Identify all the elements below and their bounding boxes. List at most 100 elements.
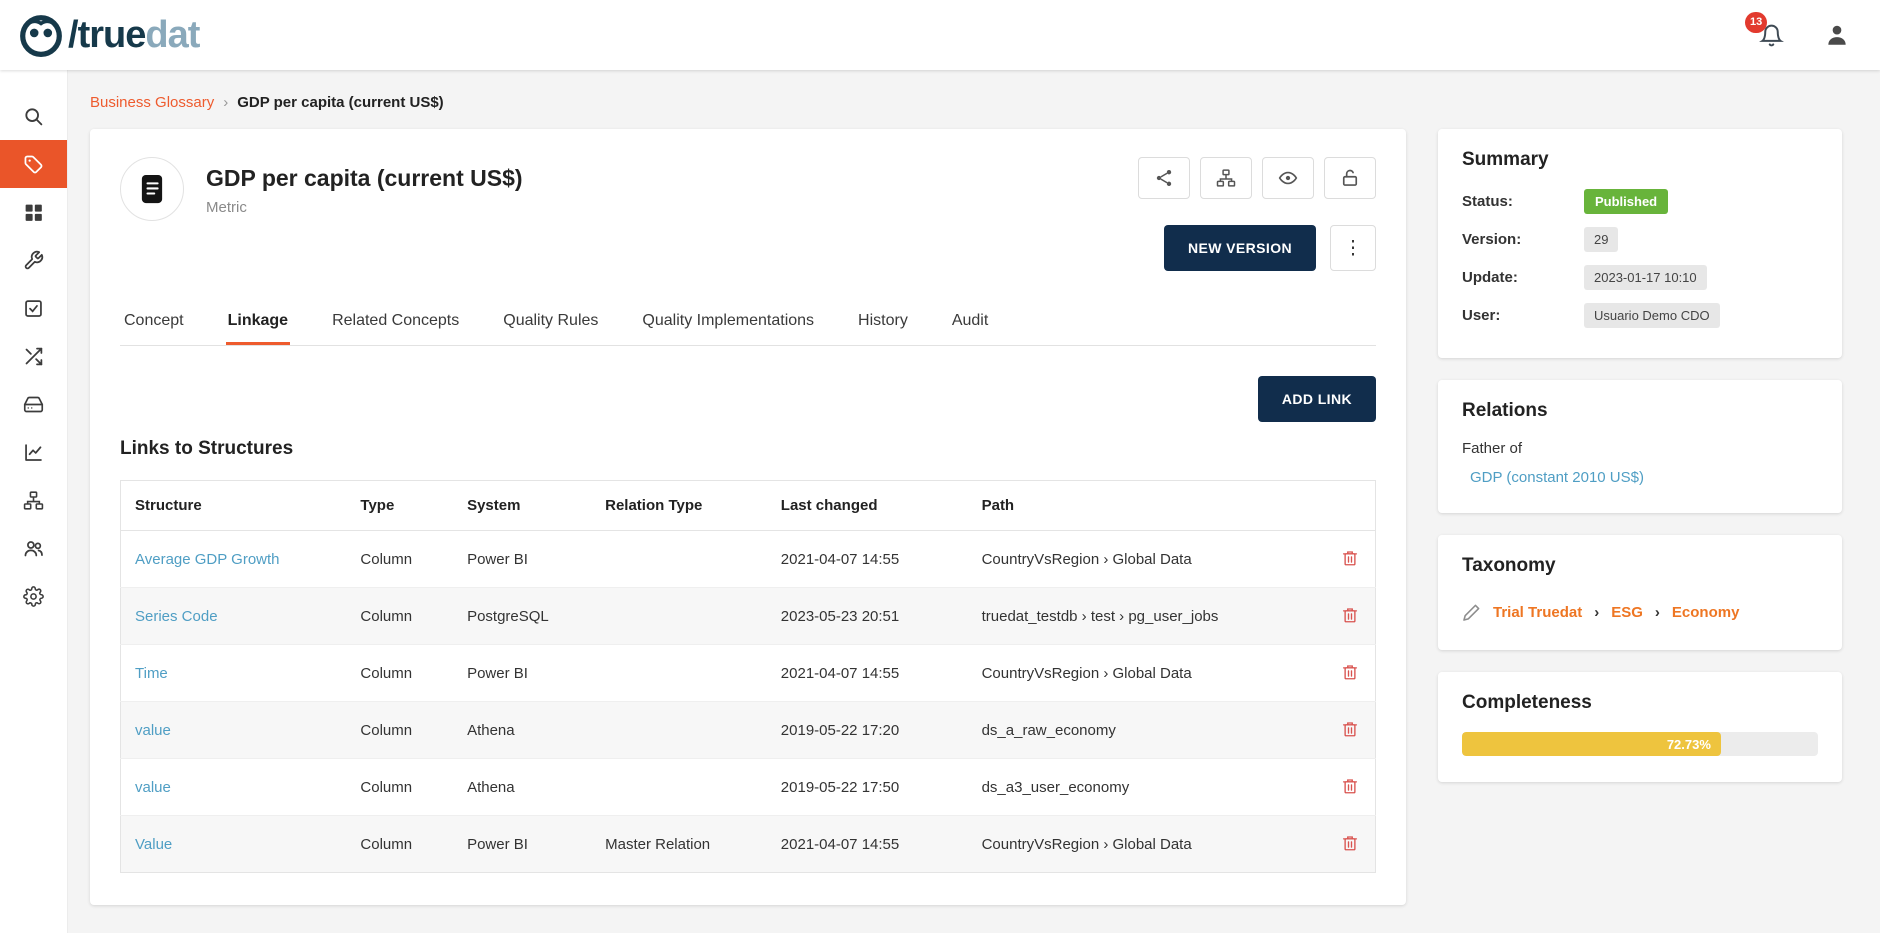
sidebar-item-structures[interactable] (0, 476, 67, 524)
sidebar-item-settings[interactable] (0, 572, 67, 620)
completeness-bar-track: 72.73% (1462, 732, 1818, 756)
tab-quality-implementations[interactable]: Quality Implementations (640, 299, 816, 345)
tab-history[interactable]: History (856, 299, 910, 345)
type-cell: Column (346, 531, 453, 588)
delete-link-button[interactable] (1339, 547, 1361, 569)
share-button[interactable] (1138, 157, 1190, 199)
brand-wordmark: /truedat (68, 16, 199, 54)
status-badge: Published (1584, 189, 1668, 214)
sidebar-item-data-sources[interactable] (0, 380, 67, 428)
system-cell: PostgreSQL (453, 588, 591, 645)
relation-type-cell (591, 702, 767, 759)
sidebar-item-search[interactable] (0, 92, 67, 140)
structure-link[interactable]: value (135, 779, 171, 796)
user-icon (1824, 22, 1850, 48)
update-label: Update: (1462, 269, 1584, 286)
column-header-last-changed: Last changed (767, 481, 968, 531)
summary-card: Summary Status: Published Version: 29 Up… (1438, 129, 1842, 358)
completeness-card: Completeness 72.73% (1438, 672, 1842, 782)
user-menu-button[interactable] (1824, 22, 1850, 48)
lineage-view-button[interactable] (1200, 157, 1252, 199)
sitemap-icon (23, 490, 44, 511)
watch-button[interactable] (1262, 157, 1314, 199)
structure-link[interactable]: Time (135, 665, 168, 682)
structure-link[interactable]: Series Code (135, 608, 218, 625)
top-bar: /truedat 13 (0, 0, 1880, 70)
tab-audit[interactable]: Audit (950, 299, 990, 345)
tab-quality-rules[interactable]: Quality Rules (501, 299, 600, 345)
relations-card: Relations Father of GDP (constant 2010 U… (1438, 380, 1842, 513)
brand-slash: / (68, 14, 78, 56)
sidebar-item-admin-tools[interactable] (0, 236, 67, 284)
last-changed-cell: 2023-05-23 20:51 (767, 588, 968, 645)
delete-link-button[interactable] (1339, 718, 1361, 740)
taxonomy-domain-link[interactable]: ESG (1611, 604, 1643, 621)
table-row: Time Column Power BI 2021-04-07 14:55 Co… (121, 645, 1376, 702)
table-row: value Column Athena 2019-05-22 17:20 ds_… (121, 702, 1376, 759)
brand-dat: dat (145, 14, 199, 56)
tab-concept[interactable]: Concept (122, 299, 186, 345)
version-label: Version: (1462, 231, 1584, 248)
relation-type-cell (591, 759, 767, 816)
sidebar-item-users[interactable] (0, 524, 67, 572)
breadcrumb-separator: › (223, 94, 228, 111)
structure-link[interactable]: value (135, 722, 171, 739)
column-header-path: Path (968, 481, 1325, 531)
sidebar-item-glossary[interactable] (0, 140, 67, 188)
tag-icon (23, 154, 44, 175)
app-shell: Business Glossary › GDP per capita (curr… (0, 70, 1880, 933)
brand-logo[interactable]: /truedat (18, 12, 199, 58)
relation-concept-link[interactable]: GDP (constant 2010 US$) (1470, 469, 1644, 486)
sidebar-item-lineage[interactable] (0, 332, 67, 380)
chart-icon (23, 442, 44, 463)
delete-link-button[interactable] (1339, 604, 1361, 626)
relations-group-label: Father of (1462, 440, 1818, 457)
path-cell: CountryVsRegion › Global Data (968, 816, 1325, 873)
user-badge: Usuario Demo CDO (1584, 303, 1720, 328)
share-icon (1154, 168, 1174, 188)
add-link-button[interactable]: ADD LINK (1258, 376, 1376, 422)
book-icon (134, 171, 170, 207)
delete-link-button[interactable] (1339, 661, 1361, 683)
edit-taxonomy-button[interactable] (1462, 603, 1481, 622)
type-cell: Column (346, 588, 453, 645)
taxonomy-domain-link[interactable]: Trial Truedat (1493, 604, 1582, 621)
more-options-button[interactable]: ⋮ (1330, 225, 1376, 271)
structure-link[interactable]: Value (135, 836, 172, 853)
type-cell: Column (346, 816, 453, 873)
trash-icon (1341, 606, 1359, 624)
column-header-actions (1325, 481, 1376, 531)
new-version-button[interactable]: NEW VERSION (1164, 225, 1316, 271)
shuffle-icon (23, 346, 44, 367)
relation-type-cell (591, 588, 767, 645)
concept-tabs: Concept Linkage Related Concepts Quality… (120, 299, 1376, 346)
relations-title: Relations (1462, 400, 1818, 422)
system-cell: Athena (453, 702, 591, 759)
breadcrumb-parent-link[interactable]: Business Glossary (90, 94, 214, 111)
users-icon (23, 538, 44, 559)
gear-icon (23, 586, 44, 607)
pencil-icon (1462, 603, 1481, 622)
permissions-button[interactable] (1324, 157, 1376, 199)
notifications-button[interactable]: 13 (1759, 23, 1784, 48)
trash-icon (1341, 549, 1359, 567)
taxonomy-domain-link[interactable]: Economy (1672, 604, 1740, 621)
sidebar-item-dashboards[interactable] (0, 188, 67, 236)
header-actions: 13 (1759, 22, 1850, 48)
delete-link-button[interactable] (1339, 775, 1361, 797)
system-cell: Power BI (453, 816, 591, 873)
sidebar-item-quality[interactable] (0, 284, 67, 332)
taxonomy-title: Taxonomy (1462, 555, 1818, 577)
right-panel: Summary Status: Published Version: 29 Up… (1438, 129, 1842, 782)
completeness-bar-fill: 72.73% (1462, 732, 1721, 756)
delete-link-button[interactable] (1339, 832, 1361, 854)
table-header-row: Structure Type System Relation Type Last… (121, 481, 1376, 531)
column-header-type: Type (346, 481, 453, 531)
tab-related-concepts[interactable]: Related Concepts (330, 299, 461, 345)
sidebar-item-analytics[interactable] (0, 428, 67, 476)
trash-icon (1341, 720, 1359, 738)
structure-link[interactable]: Average GDP Growth (135, 551, 280, 568)
concept-type-label: Metric (206, 199, 523, 216)
version-badge: 29 (1584, 227, 1618, 252)
tab-linkage[interactable]: Linkage (226, 299, 290, 345)
